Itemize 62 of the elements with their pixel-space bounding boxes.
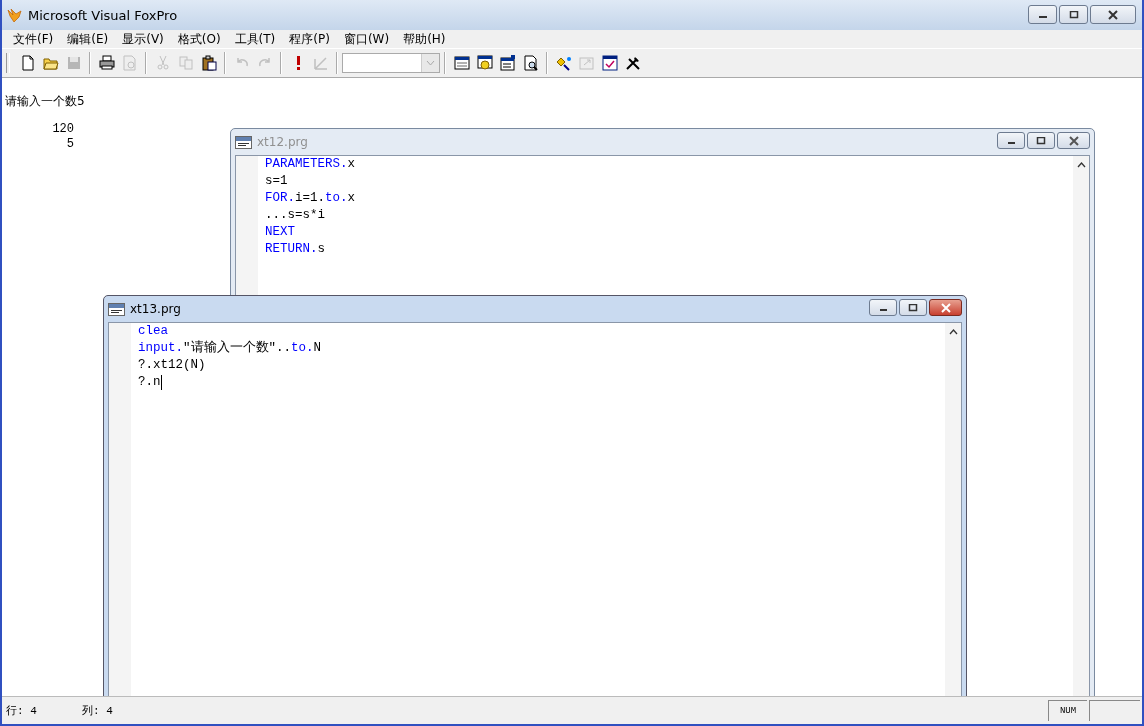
- magnifier-page-icon[interactable]: [522, 55, 539, 71]
- command-window-icon[interactable]: [453, 55, 470, 71]
- scroll-up-icon[interactable]: [1076, 162, 1086, 168]
- output-text: 请输入一个数5: [5, 93, 85, 110]
- maximize-button[interactable]: [1059, 5, 1088, 24]
- status-panel: [1089, 700, 1140, 721]
- code-line: ...s=s*i: [265, 207, 325, 224]
- menu-item[interactable]: 格式(O): [170, 30, 228, 48]
- caret-icon: [426, 60, 435, 66]
- menu-item[interactable]: 程序(P): [282, 30, 337, 48]
- menu-item[interactable]: 工具(T): [227, 30, 283, 48]
- maximize-icon: [1036, 136, 1046, 145]
- close-button[interactable]: [1090, 5, 1136, 24]
- code-line: PARAMETERS.x: [265, 156, 356, 173]
- close-button[interactable]: [929, 299, 962, 316]
- database-window-icon[interactable]: [476, 55, 493, 71]
- tools-icon[interactable]: [624, 55, 641, 71]
- form-window-icon[interactable]: [601, 55, 618, 71]
- column-indicator: 列: 4: [81, 704, 114, 718]
- close-icon: [1067, 135, 1080, 146]
- maximize-button[interactable]: [1027, 132, 1055, 149]
- window-title: xt12.prg: [257, 135, 308, 149]
- menu-item[interactable]: 显示(V): [115, 30, 171, 48]
- maximize-button[interactable]: [899, 299, 927, 316]
- scrollbar[interactable]: [1073, 156, 1089, 696]
- code-line: RETURN.s: [265, 241, 326, 258]
- restore-icon: [1068, 10, 1079, 19]
- num-lock-indicator: NUM: [1048, 700, 1087, 721]
- close-icon: [939, 302, 952, 313]
- code-line: s=1: [265, 173, 288, 190]
- code-line: clea: [138, 323, 168, 340]
- code-line: FOR.i=1.to.x: [265, 190, 356, 207]
- window-title: xt13.prg: [130, 302, 181, 316]
- scroll-up-icon[interactable]: [948, 329, 958, 335]
- maximize-icon: [908, 303, 918, 312]
- row-indicator: 行: 4: [5, 704, 38, 718]
- code-line: NEXT: [265, 224, 295, 241]
- menu-item[interactable]: 窗口(W): [336, 30, 397, 48]
- code-line: ?.xt12(N): [138, 357, 206, 374]
- code-line: ?.n: [138, 374, 162, 391]
- output-number: 120: [51, 122, 74, 136]
- properties-window-icon[interactable]: [499, 55, 516, 71]
- folder-icon[interactable]: [42, 55, 59, 71]
- scrollbar[interactable]: [945, 323, 961, 696]
- window-title: Microsoft Visual FoxPro: [28, 7, 178, 23]
- clipboard-icon[interactable]: [200, 55, 217, 71]
- output-number: 5: [65, 137, 74, 151]
- menu-item[interactable]: 文件(F): [6, 30, 61, 48]
- document-icon: [108, 302, 125, 316]
- minimize-button[interactable]: [997, 132, 1025, 149]
- minimize-button[interactable]: [1028, 5, 1057, 24]
- code-line: input."请输入一个数"..to.N: [138, 340, 322, 357]
- fox-logo-icon: [7, 7, 23, 23]
- close-icon: [1107, 9, 1119, 20]
- document-icon: [235, 135, 252, 149]
- menu-item[interactable]: 编辑(E): [60, 30, 116, 48]
- close-button[interactable]: [1057, 132, 1090, 149]
- page-icon[interactable]: [19, 55, 36, 71]
- minimize-button[interactable]: [869, 299, 897, 316]
- wand-sparkle-icon[interactable]: [555, 55, 572, 71]
- printer-icon[interactable]: [98, 55, 115, 71]
- menu-item[interactable]: 帮助(H): [396, 30, 453, 48]
